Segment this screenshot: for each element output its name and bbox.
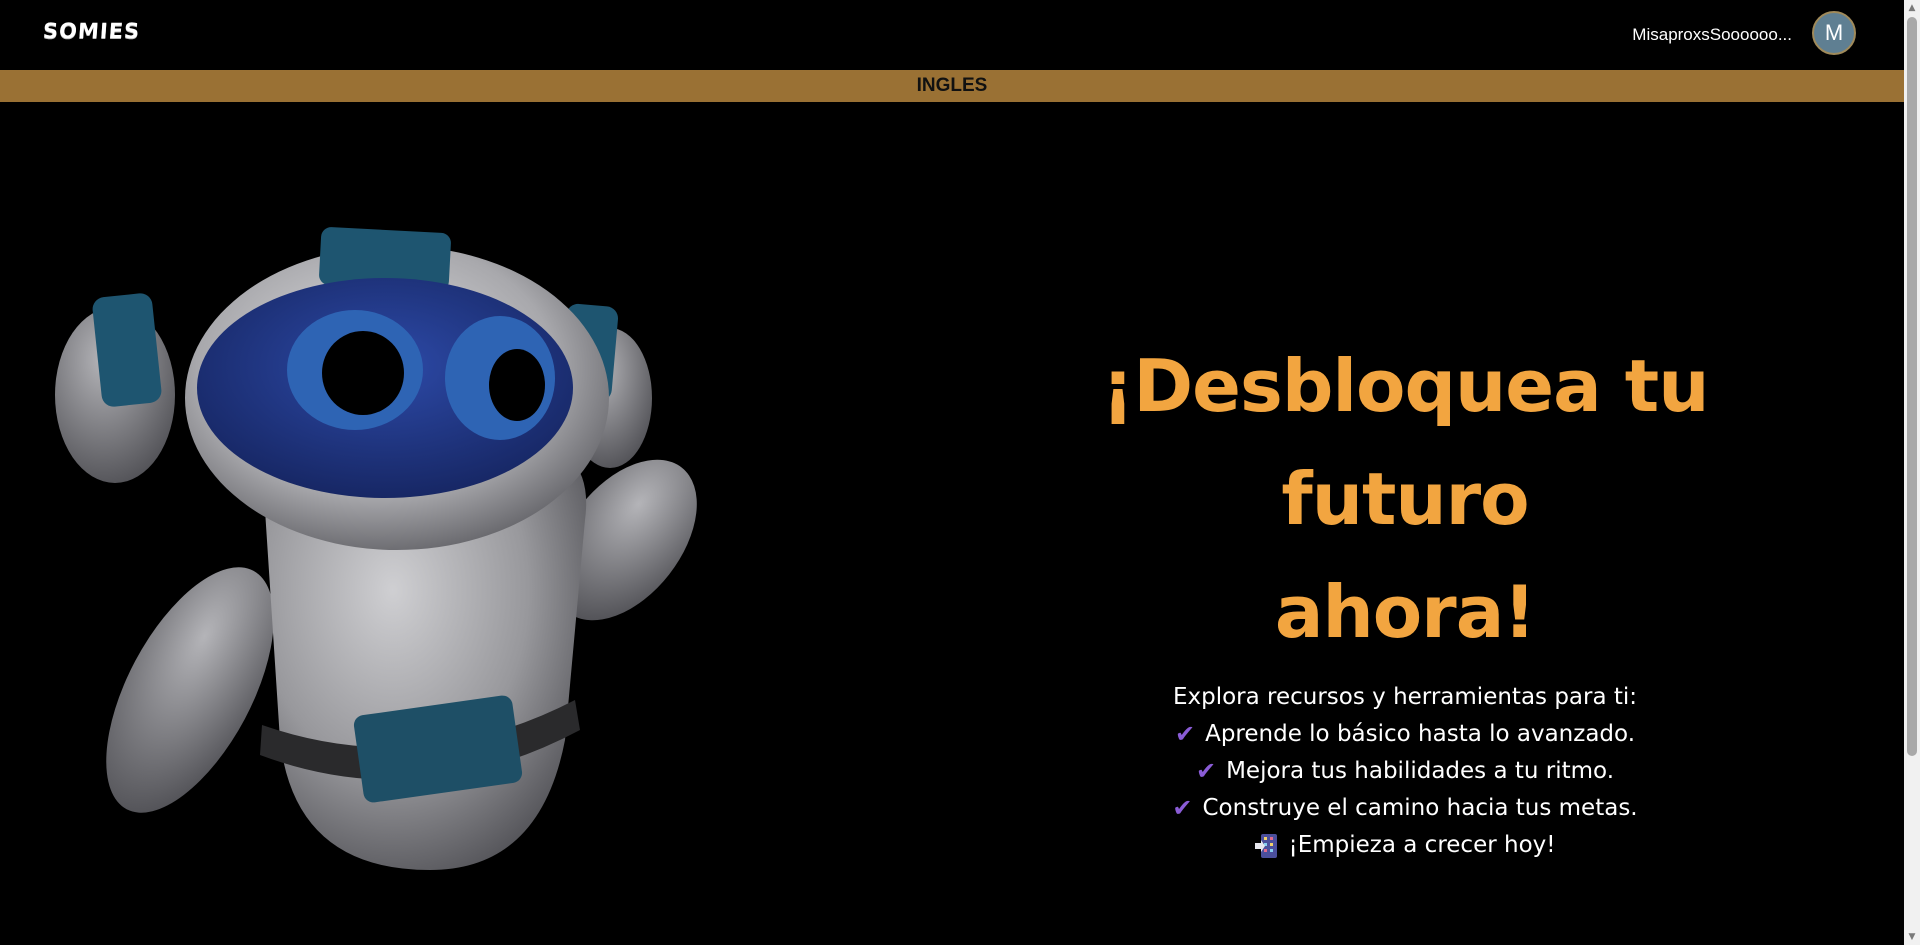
- hero-title-line2: ahora!: [1274, 570, 1536, 654]
- feature-item: ✔ Aprende lo básico hasta lo avanzado.: [980, 716, 1830, 753]
- check-icon: ✔: [1195, 757, 1217, 785]
- section-title: INGLES: [916, 75, 988, 96]
- check-icon: ✔: [1174, 720, 1196, 748]
- logo[interactable]: SOMIES: [42, 19, 141, 43]
- robot-illustration: [55, 227, 697, 870]
- section-banner: INGLES: [0, 70, 1904, 102]
- cta-line: ¡Empieza a crecer hoy!: [980, 827, 1830, 864]
- user-name[interactable]: MisaproxsSoooooo...: [1632, 25, 1792, 45]
- scroll-down-arrow-icon[interactable]: ▼: [1904, 929, 1920, 945]
- vertical-scrollbar[interactable]: ▲ ▼: [1904, 0, 1920, 945]
- building-icon: [1254, 833, 1279, 859]
- page: SOMIES MisaproxsSoooooo... M INGLES ¡Des…: [0, 0, 1920, 945]
- feature-text: Mejora tus habilidades a tu ritmo.: [1226, 758, 1615, 784]
- top-header: SOMIES MisaproxsSoooooo... M: [0, 0, 1904, 70]
- scroll-up-arrow-icon[interactable]: ▲: [1904, 0, 1920, 16]
- scroll-thumb[interactable]: [1907, 17, 1917, 756]
- robot-right-eye: [489, 349, 545, 421]
- robot-left-eye: [322, 331, 404, 415]
- feature-text: Construye el camino hacia tus metas.: [1202, 795, 1638, 821]
- robot-left-ear-cap: [92, 293, 162, 407]
- check-icon: ✔: [1172, 794, 1193, 822]
- cta-text: ¡Empieza a crecer hoy!: [1288, 832, 1556, 858]
- hero-title: ¡Desbloquea tu futuro ahora!: [980, 330, 1830, 669]
- feature-text: Aprende lo básico hasta lo avanzado.: [1205, 721, 1636, 747]
- hero-title-line1: ¡Desbloquea tu futuro: [1101, 344, 1710, 541]
- hero-intro: Explora recursos y herramientas para ti:: [1172, 684, 1638, 710]
- hero-section: ¡Desbloquea tu futuro ahora! Explora rec…: [980, 330, 1830, 864]
- feature-item: ✔ Construye el camino hacia tus metas.: [980, 790, 1830, 827]
- feature-item: ✔ Mejora tus habilidades a tu ritmo.: [980, 753, 1830, 790]
- avatar[interactable]: M: [1812, 11, 1856, 55]
